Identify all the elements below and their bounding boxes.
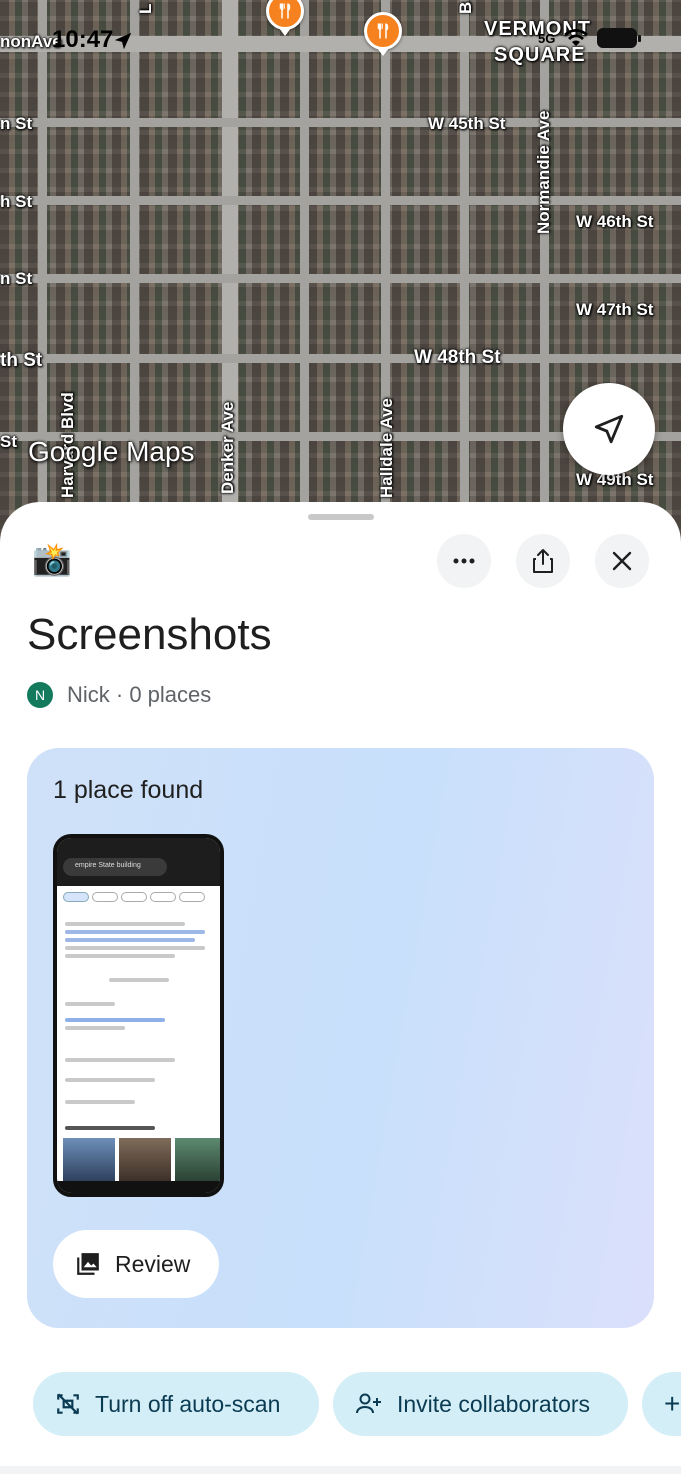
thumbnail-screen: empire State building — [57, 838, 220, 1193]
street-label-vertical: Normandie Ave — [534, 110, 553, 234]
thumbnail-chip — [92, 892, 118, 902]
thumbnail-line — [65, 946, 205, 950]
street-label-vertical: B — [456, 1, 475, 14]
share-button[interactable] — [516, 534, 570, 588]
restaurant-icon[interactable] — [364, 12, 402, 50]
found-card-title: 1 place found — [53, 776, 204, 804]
my-location-button[interactable] — [563, 383, 655, 475]
thumbnail-chip — [63, 892, 89, 902]
thumbnail-line — [65, 954, 175, 958]
thumbnail-line — [65, 930, 205, 934]
street-label-vertical: Denker Ave — [218, 401, 237, 494]
thumbnail-chips — [63, 892, 205, 902]
street-label: th St — [0, 350, 43, 371]
thumbnail-chip — [121, 892, 147, 902]
google-maps-logo: Google Maps — [28, 436, 195, 467]
location-arrow-icon — [114, 32, 132, 50]
photo-library-icon — [77, 1253, 99, 1275]
chip-label: Turn off auto-scan — [95, 1390, 281, 1417]
thumbnail-search-bar: empire State building — [63, 858, 167, 876]
plus-icon: + — [664, 1388, 681, 1419]
street-label: W 45th St — [428, 114, 506, 133]
status-time: 10:47 — [52, 26, 114, 53]
cellular-label: 5G — [538, 30, 556, 46]
screenshot-thumbnail[interactable]: empire State building — [53, 834, 224, 1197]
thumbnail-search-text: empire State building — [75, 862, 141, 869]
thumbnail-image — [175, 1138, 220, 1182]
navigation-arrow-icon — [594, 414, 624, 444]
drag-handle[interactable] — [308, 514, 374, 520]
street-label: h St — [0, 192, 33, 211]
street-label-vertical: Halldale Ave — [377, 398, 396, 498]
thumbnail-line — [65, 922, 185, 926]
share-icon — [533, 549, 553, 573]
thumbnail-chip — [150, 892, 176, 902]
status-icons: 5G — [538, 28, 642, 48]
person-add-icon — [356, 1393, 381, 1414]
list-emoji: 📸 — [32, 541, 72, 577]
road — [0, 196, 681, 205]
street-label-vertical: L — [136, 3, 155, 14]
street-label: n St — [0, 114, 33, 133]
avatar: N — [27, 682, 53, 708]
thumbnail-images — [63, 1138, 220, 1182]
road — [0, 274, 681, 283]
close-button[interactable] — [595, 534, 649, 588]
street-label: n St — [0, 269, 33, 288]
road — [0, 354, 681, 363]
review-label: Review — [115, 1250, 191, 1277]
thumbnail-nav-bar — [57, 1181, 220, 1193]
owner-text: Nick · 0 places — [67, 682, 212, 707]
more-horizontal-icon — [453, 558, 475, 564]
thumbnail-line — [65, 1026, 125, 1030]
thumbnail-line — [65, 1018, 165, 1022]
thumbnail-line — [65, 1100, 135, 1104]
thumbnail-line — [65, 1078, 155, 1082]
owner-row: N Nick · 0 places — [27, 682, 211, 708]
road — [0, 118, 681, 127]
thumbnail-line — [65, 1126, 155, 1130]
chip-label: Invite collaborators — [397, 1390, 591, 1417]
bottom-divider — [0, 1466, 681, 1474]
turn-off-auto-scan-chip[interactable]: Turn off auto-scan — [33, 1372, 319, 1436]
wifi-icon — [564, 29, 589, 46]
restaurant-icon[interactable] — [266, 0, 304, 30]
review-button[interactable]: Review — [53, 1230, 219, 1298]
more-options-button[interactable] — [437, 534, 491, 588]
street-label: W 47th St — [576, 300, 654, 319]
thumbnail-line — [65, 1058, 175, 1062]
thumbnail-line — [109, 978, 169, 982]
thumbnail-chip — [179, 892, 205, 902]
invite-collaborators-chip[interactable]: Invite collaborators — [333, 1372, 628, 1436]
add-chip[interactable]: + — [642, 1372, 681, 1436]
thumbnail-image — [63, 1138, 115, 1182]
street-label: W 46th St — [576, 212, 654, 231]
street-label: St — [0, 432, 17, 451]
close-icon — [612, 551, 632, 571]
battery-icon — [597, 28, 642, 48]
list-bottom-sheet: 📸 Screenshots N Nick · 0 places 1 place … — [0, 502, 681, 1474]
thumbnail-line — [65, 938, 195, 942]
thumbnail-image — [119, 1138, 171, 1182]
street-label: W 48th St — [414, 347, 501, 368]
scan-off-icon — [57, 1393, 79, 1415]
map-view[interactable]: VERMONT SQUARE nonAve W 45th St W 46th S… — [0, 0, 681, 560]
thumbnail-line — [65, 1002, 115, 1006]
list-title: Screenshots — [27, 610, 272, 659]
places-found-card: 1 place found empire State building Revi… — [27, 748, 654, 1328]
